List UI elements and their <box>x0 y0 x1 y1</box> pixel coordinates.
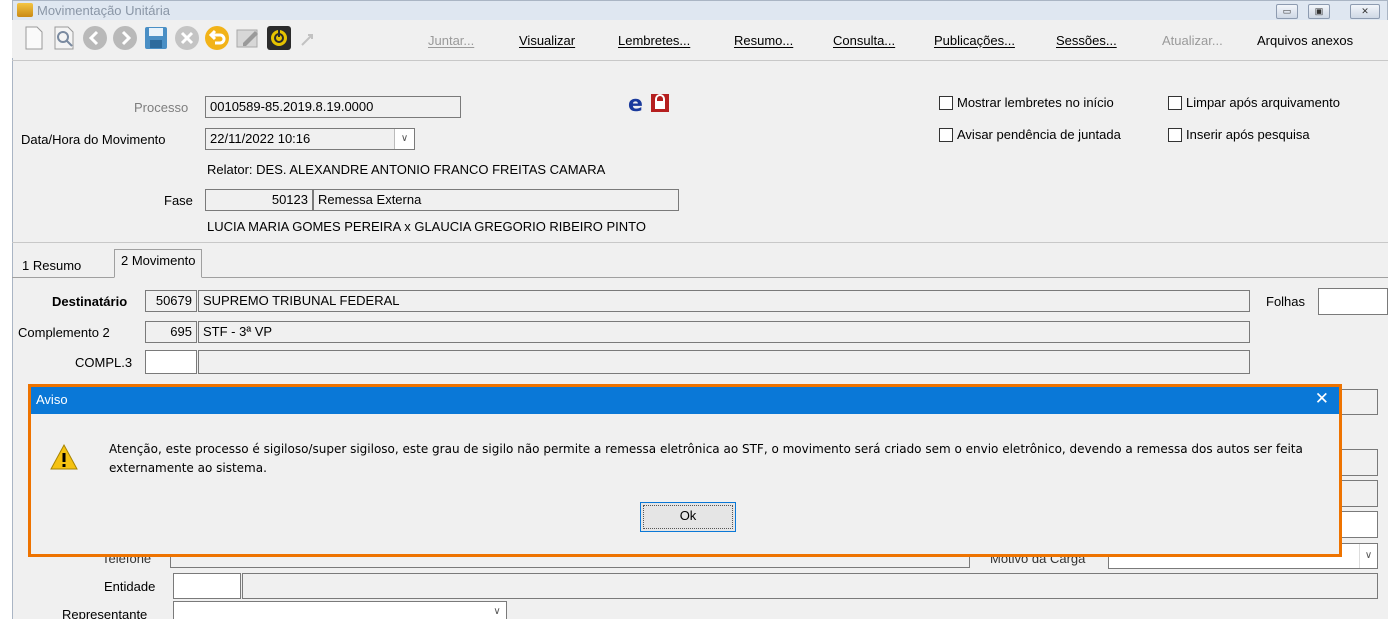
edit-icon[interactable] <box>235 25 261 51</box>
dialog-title: Aviso <box>36 392 68 407</box>
divider <box>12 60 1388 61</box>
destinatario-label: Destinatário <box>52 294 128 309</box>
inserir-pesquisa-label: Inserir após pesquisa <box>1186 127 1310 142</box>
dialog-title-bar[interactable]: Aviso ✕ <box>31 387 1339 414</box>
compl3-label: COMPL.3 <box>75 355 133 370</box>
representante-label: Representante <box>62 607 148 619</box>
processo-field[interactable]: 0010589-85.2019.8.19.0000 <box>205 96 461 118</box>
compl3-field[interactable] <box>198 350 1250 374</box>
folhas-label: Folhas <box>1266 294 1306 309</box>
datahora-dropdown[interactable]: 22/11/2022 10:16 ∨ <box>205 128 415 150</box>
dialog-message: Atenção, este processo é sigiloso/super … <box>109 442 1303 475</box>
divider <box>12 242 1388 243</box>
complemento-label: Complemento 2 <box>18 325 110 340</box>
cancel-icon[interactable] <box>174 25 200 51</box>
right-field-2[interactable] <box>1340 449 1378 476</box>
menu-lembretes[interactable]: Lembretes... <box>618 33 690 48</box>
menu-juntar[interactable]: Juntar... <box>428 33 474 48</box>
datahora-value: 22/11/2022 10:16 <box>210 131 311 146</box>
warning-icon <box>50 443 78 470</box>
tab-movimento[interactable]: 2 Movimento <box>114 249 203 278</box>
mostrar-lembretes-label: Mostrar lembretes no início <box>957 95 1114 110</box>
avisar-pendencia-label: Avisar pendência de juntada <box>957 127 1121 142</box>
window-title-bar[interactable]: Movimentação Unitária ▭ ▣ ✕ <box>12 0 1388 20</box>
power-icon[interactable] <box>266 25 292 51</box>
entidade-label: Entidade <box>104 579 156 594</box>
forward-icon[interactable] <box>112 25 138 51</box>
fase-label: Fase <box>164 193 193 208</box>
complemento-field[interactable]: STF - 3ª VP <box>198 321 1250 343</box>
toolbar: Juntar... Visualizar Lembretes... Resumo… <box>12 20 1388 58</box>
menu-resumo[interactable]: Resumo... <box>734 33 793 48</box>
processo-label: Processo <box>134 100 189 115</box>
fase-code-field[interactable]: 50123 <box>205 189 313 211</box>
app-icon <box>17 3 33 17</box>
representante-dropdown[interactable]: ∨ <box>173 601 507 619</box>
destinatario-code-field[interactable]: 50679 <box>145 290 197 312</box>
compl3-code-field[interactable] <box>145 350 197 374</box>
right-field-3[interactable] <box>1340 480 1378 507</box>
partes-text: LUCIA MARIA GOMES PEREIRA x GLAUCIA GREG… <box>207 219 646 234</box>
menu-atualizar[interactable]: Atualizar... <box>1162 33 1223 48</box>
right-field-4[interactable] <box>1340 511 1378 538</box>
avisar-pendencia-checkbox[interactable] <box>939 128 953 142</box>
svg-text:e: e <box>628 92 643 114</box>
close-icon[interactable]: ✕ <box>1315 390 1329 408</box>
chevron-down-icon[interactable]: ∨ <box>488 602 506 619</box>
destinatario-field[interactable]: SUPREMO TRIBUNAL FEDERAL <box>198 290 1250 312</box>
tab-strip-line <box>12 277 1388 278</box>
entidade-code-field[interactable] <box>173 573 241 599</box>
undo-icon[interactable] <box>204 25 230 51</box>
menu-publicacoes[interactable]: Publicações... <box>934 33 1015 48</box>
datahora-label: Data/Hora do Movimento <box>21 132 166 147</box>
menu-consulta[interactable]: Consulta... <box>833 33 895 48</box>
minimize-button[interactable]: ▭ <box>1276 4 1298 19</box>
chevron-down-icon[interactable]: ∨ <box>394 129 414 149</box>
tab-resumo[interactable]: 1 Resumo <box>16 255 87 276</box>
save-icon[interactable] <box>143 25 169 51</box>
right-field-1[interactable] <box>1340 389 1378 415</box>
close-window-button[interactable]: ✕ <box>1350 4 1380 19</box>
complemento-code-field[interactable]: 695 <box>145 321 197 343</box>
menu-arquivos-anexos[interactable]: Arquivos anexos <box>1257 33 1353 48</box>
folhas-field[interactable] <box>1318 288 1388 315</box>
chevron-down-icon[interactable]: ∨ <box>1359 544 1377 568</box>
menu-sessoes[interactable]: Sessões... <box>1056 33 1117 48</box>
limpar-arquivamento-label: Limpar após arquivamento <box>1186 95 1340 110</box>
restore-button[interactable]: ▣ <box>1308 4 1330 19</box>
menu-visualizar[interactable]: Visualizar <box>519 33 575 48</box>
limpar-arquivamento-checkbox[interactable] <box>1168 96 1182 110</box>
mostrar-lembretes-checkbox[interactable] <box>939 96 953 110</box>
search-doc-icon[interactable] <box>52 25 78 51</box>
fase-desc-field[interactable]: Remessa Externa <box>313 189 679 211</box>
window-title: Movimentação Unitária <box>37 3 170 18</box>
process-badges: e <box>628 92 676 117</box>
entidade-field[interactable] <box>242 573 1378 599</box>
electronic-process-icon: e <box>628 92 669 117</box>
ok-button[interactable]: Ok <box>640 502 736 532</box>
new-doc-icon[interactable] <box>24 25 44 51</box>
inserir-pesquisa-checkbox[interactable] <box>1168 128 1182 142</box>
back-icon[interactable] <box>82 25 108 51</box>
relator-text: Relator: DES. ALEXANDRE ANTONIO FRANCO F… <box>207 162 606 177</box>
move-icon[interactable] <box>298 25 318 51</box>
